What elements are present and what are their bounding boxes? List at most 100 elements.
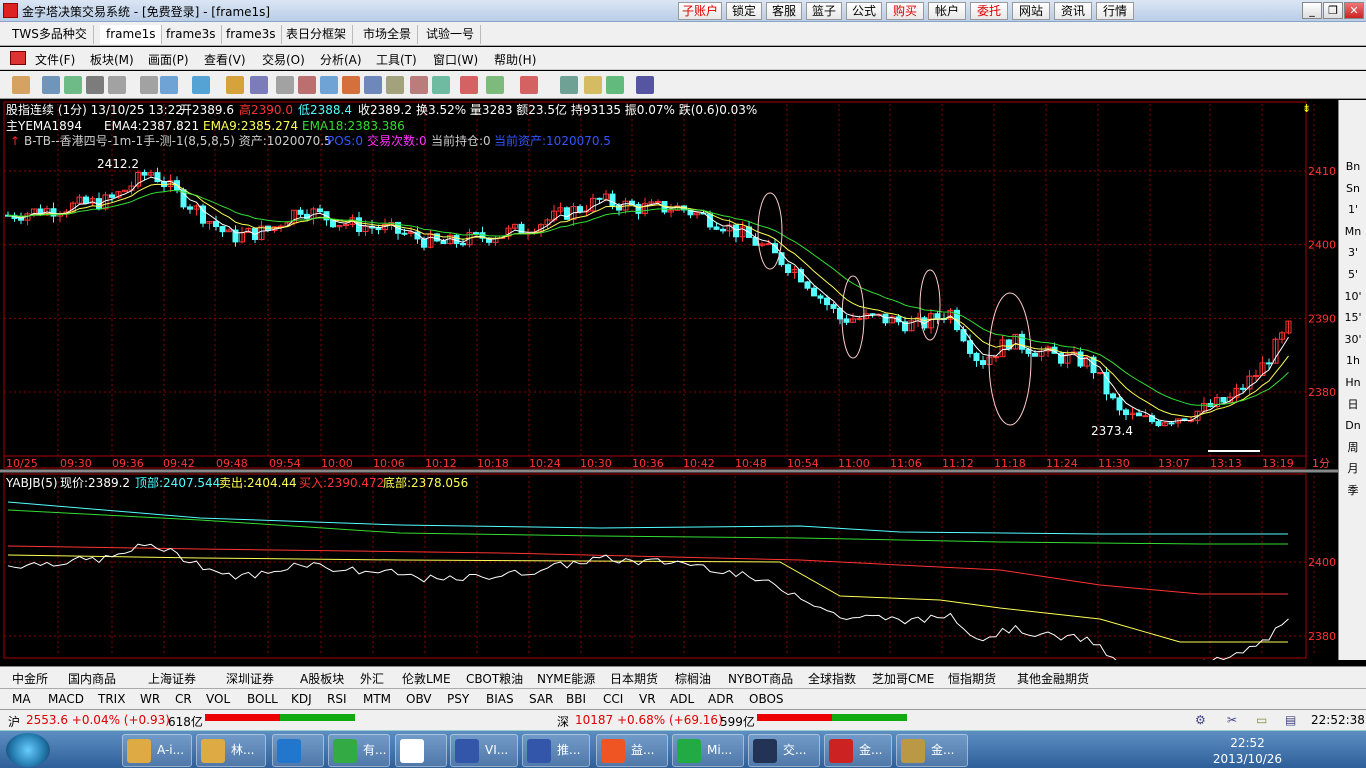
- market-tab-13[interactable]: 芝加哥CME: [872, 670, 934, 687]
- monitor-icon[interactable]: [560, 76, 578, 94]
- indicator-icon[interactable]: [460, 76, 478, 94]
- period-button-5[interactable]: 5': [1342, 266, 1364, 284]
- period-button-2[interactable]: 1': [1342, 201, 1364, 219]
- indicator-tab-10[interactable]: OBV: [406, 692, 432, 706]
- plugin-icon[interactable]: [606, 76, 624, 94]
- indicator-tab-2[interactable]: TRIX: [98, 692, 125, 706]
- period-button-10[interactable]: Hn: [1342, 374, 1364, 392]
- market-tab-10[interactable]: 棕榈油: [675, 670, 711, 687]
- market-tab-0[interactable]: 中金所: [12, 670, 48, 687]
- indicator-tab-19[interactable]: OBOS: [749, 692, 784, 706]
- taskbar-item-10[interactable]: 金...: [824, 734, 892, 767]
- start-button[interactable]: [6, 733, 50, 767]
- minimize-button[interactable]: _: [1302, 2, 1322, 19]
- menu-item-8[interactable]: 帮助(H): [494, 51, 536, 68]
- indicator-tab-1[interactable]: MACD: [48, 692, 84, 706]
- market-tab-15[interactable]: 其他金融期货: [1017, 670, 1089, 687]
- title-button-7[interactable]: 委托: [970, 2, 1008, 20]
- indicator-tab-18[interactable]: ADR: [708, 692, 734, 706]
- period-button-14[interactable]: 月: [1342, 460, 1364, 478]
- period-button-8[interactable]: 30': [1342, 331, 1364, 349]
- tab-3[interactable]: frame3s: [220, 25, 283, 44]
- taskbar-item-5[interactable]: VI...: [450, 734, 518, 767]
- title-button-2[interactable]: 客服: [766, 2, 802, 20]
- help-icon[interactable]: [636, 76, 654, 94]
- redo-icon[interactable]: [160, 76, 178, 94]
- tab-0[interactable]: TWS多品种交: [6, 25, 94, 44]
- frame-icon[interactable]: [86, 76, 104, 94]
- taskbar-item-2[interactable]: [272, 734, 324, 767]
- open-icon[interactable]: [12, 76, 30, 94]
- export-icon[interactable]: [108, 76, 126, 94]
- market-tab-1[interactable]: 国内商品: [68, 670, 116, 687]
- market-tab-3[interactable]: 深圳证券: [226, 670, 274, 687]
- period-button-13[interactable]: 周: [1342, 439, 1364, 457]
- taskbar-item-4[interactable]: [395, 734, 447, 767]
- market-tab-8[interactable]: NYME能源: [537, 670, 595, 687]
- doc-icon[interactable]: ▤: [1285, 713, 1296, 727]
- title-button-10[interactable]: 行情: [1096, 2, 1134, 20]
- ruler-icon[interactable]: [276, 76, 294, 94]
- taskbar-item-11[interactable]: 金...: [896, 734, 968, 767]
- market-tab-2[interactable]: 上海证券: [148, 670, 196, 687]
- menu-item-0[interactable]: 文件(F): [35, 51, 75, 68]
- period-button-6[interactable]: 10': [1342, 288, 1364, 306]
- zoom-icon[interactable]: [250, 76, 268, 94]
- edit-icon[interactable]: [342, 76, 360, 94]
- indicator-tab-6[interactable]: BOLL: [247, 692, 278, 706]
- taskbar-item-1[interactable]: 林...: [196, 734, 266, 767]
- grid-icon[interactable]: [64, 76, 82, 94]
- tab-5[interactable]: 市场全景: [357, 25, 419, 44]
- period-button-1[interactable]: Sn: [1342, 180, 1364, 198]
- print-icon[interactable]: [364, 76, 382, 94]
- layout-icon[interactable]: [42, 76, 60, 94]
- title-button-8[interactable]: 网站: [1012, 2, 1050, 20]
- chart-icon[interactable]: [432, 76, 450, 94]
- title-button-6[interactable]: 帐户: [928, 2, 966, 20]
- cursor-icon[interactable]: [192, 76, 210, 94]
- indicator-tab-17[interactable]: ADL: [670, 692, 694, 706]
- indicator-tab-13[interactable]: SAR: [529, 692, 553, 706]
- tab-4[interactable]: 表日分框架: [280, 25, 354, 44]
- indicator-tab-14[interactable]: BBI: [566, 692, 586, 706]
- menu-item-4[interactable]: 交易(O): [262, 51, 305, 68]
- indicator-tab-16[interactable]: VR: [639, 692, 656, 706]
- taskbar-item-3[interactable]: 有...: [328, 734, 390, 767]
- indicator-tab-9[interactable]: MTM: [363, 692, 391, 706]
- period-button-12[interactable]: Dn: [1342, 417, 1364, 435]
- network-icon[interactable]: ⚙: [1195, 713, 1206, 727]
- card-icon[interactable]: ▭: [1256, 713, 1267, 727]
- list-icon[interactable]: [486, 76, 504, 94]
- market-tab-7[interactable]: CBOT粮油: [466, 670, 523, 687]
- alert-icon[interactable]: [386, 76, 404, 94]
- period-button-7[interactable]: 15': [1342, 309, 1364, 327]
- market-tab-5[interactable]: 外汇: [360, 670, 384, 687]
- template-icon[interactable]: [520, 76, 538, 94]
- title-button-9[interactable]: 资讯: [1054, 2, 1092, 20]
- taskbar-item-9[interactable]: 交...: [748, 734, 820, 767]
- market-tab-11[interactable]: NYBOT商品: [728, 670, 793, 687]
- menu-item-6[interactable]: 工具(T): [376, 51, 417, 68]
- tab-1[interactable]: frame1s: [100, 25, 163, 44]
- app-menu-icon[interactable]: [10, 51, 26, 65]
- tab-2[interactable]: frame3s: [160, 25, 223, 44]
- copy-icon[interactable]: [320, 76, 338, 94]
- title-button-1[interactable]: 锁定: [726, 2, 762, 20]
- indicator-tab-11[interactable]: PSY: [447, 692, 469, 706]
- title-button-4[interactable]: 公式: [846, 2, 882, 20]
- market-tab-4[interactable]: A股板块: [300, 670, 344, 687]
- indicator-tab-12[interactable]: BIAS: [486, 692, 514, 706]
- stop-icon[interactable]: [410, 76, 428, 94]
- title-button-0[interactable]: 子账户: [678, 2, 722, 20]
- close-button[interactable]: ✕: [1344, 2, 1364, 19]
- period-button-11[interactable]: 日: [1342, 396, 1364, 414]
- market-tab-9[interactable]: 日本期货: [610, 670, 658, 687]
- taskbar-item-0[interactable]: A-i...: [122, 734, 192, 767]
- menu-item-2[interactable]: 画面(P): [148, 51, 189, 68]
- restore-button[interactable]: ❐: [1323, 2, 1343, 19]
- period-button-9[interactable]: 1h: [1342, 352, 1364, 370]
- market-tab-6[interactable]: 伦敦LME: [402, 670, 451, 687]
- period-button-3[interactable]: Mn: [1342, 223, 1364, 241]
- taskbar-item-6[interactable]: 推...: [522, 734, 590, 767]
- market-tab-12[interactable]: 全球指数: [808, 670, 856, 687]
